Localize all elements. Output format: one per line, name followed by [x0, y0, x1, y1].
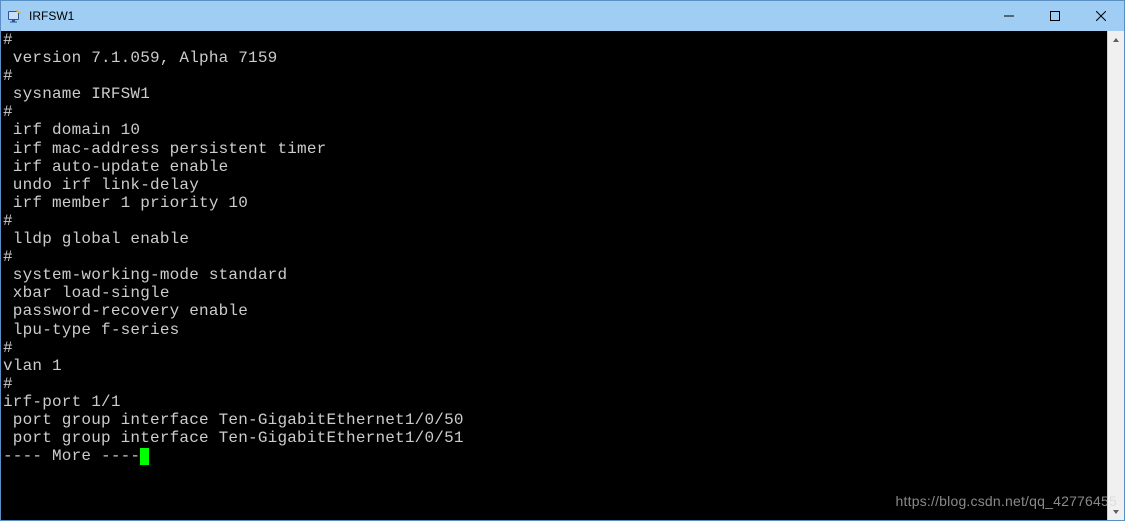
terminal-line: irf mac-address persistent timer — [3, 140, 1105, 158]
window-controls — [986, 1, 1124, 31]
window-title: IRFSW1 — [29, 9, 74, 23]
client-area: # version 7.1.059, Alpha 7159# sysname I… — [1, 31, 1124, 520]
terminal-line: # — [3, 339, 1105, 357]
terminal[interactable]: # version 7.1.059, Alpha 7159# sysname I… — [1, 31, 1107, 520]
terminal-line: irf auto-update enable — [3, 158, 1105, 176]
terminal-line: port group interface Ten-GigabitEthernet… — [3, 411, 1105, 429]
close-button[interactable] — [1078, 1, 1124, 31]
maximize-button[interactable] — [1032, 1, 1078, 31]
terminal-line: # — [3, 31, 1105, 49]
more-prompt-line: ---- More ---- — [3, 447, 1105, 465]
terminal-line: irf-port 1/1 — [3, 393, 1105, 411]
putty-icon — [7, 8, 23, 24]
titlebar[interactable]: IRFSW1 — [1, 1, 1124, 31]
terminal-line: sysname IRFSW1 — [3, 85, 1105, 103]
terminal-line: version 7.1.059, Alpha 7159 — [3, 49, 1105, 67]
terminal-line: lpu-type f-series — [3, 321, 1105, 339]
terminal-line: # — [3, 248, 1105, 266]
terminal-line: irf member 1 priority 10 — [3, 194, 1105, 212]
terminal-line: system-working-mode standard — [3, 266, 1105, 284]
terminal-line: undo irf link-delay — [3, 176, 1105, 194]
scroll-up-button[interactable] — [1108, 31, 1124, 48]
terminal-line: # — [3, 212, 1105, 230]
more-prompt: ---- More ---- — [3, 447, 140, 465]
scrollbar-track[interactable] — [1108, 48, 1124, 503]
terminal-line: lldp global enable — [3, 230, 1105, 248]
putty-window: IRFSW1 # version 7.1.059, Alpha 7159# sy… — [0, 0, 1125, 521]
terminal-line: vlan 1 — [3, 357, 1105, 375]
vertical-scrollbar[interactable] — [1107, 31, 1124, 520]
terminal-line: # — [3, 67, 1105, 85]
cursor — [140, 448, 149, 465]
terminal-line: # — [3, 103, 1105, 121]
terminal-line: port group interface Ten-GigabitEthernet… — [3, 429, 1105, 447]
terminal-line: irf domain 10 — [3, 121, 1105, 139]
terminal-line: password-recovery enable — [3, 302, 1105, 320]
terminal-line: # — [3, 375, 1105, 393]
scroll-down-button[interactable] — [1108, 503, 1124, 520]
minimize-button[interactable] — [986, 1, 1032, 31]
terminal-line: xbar load-single — [3, 284, 1105, 302]
